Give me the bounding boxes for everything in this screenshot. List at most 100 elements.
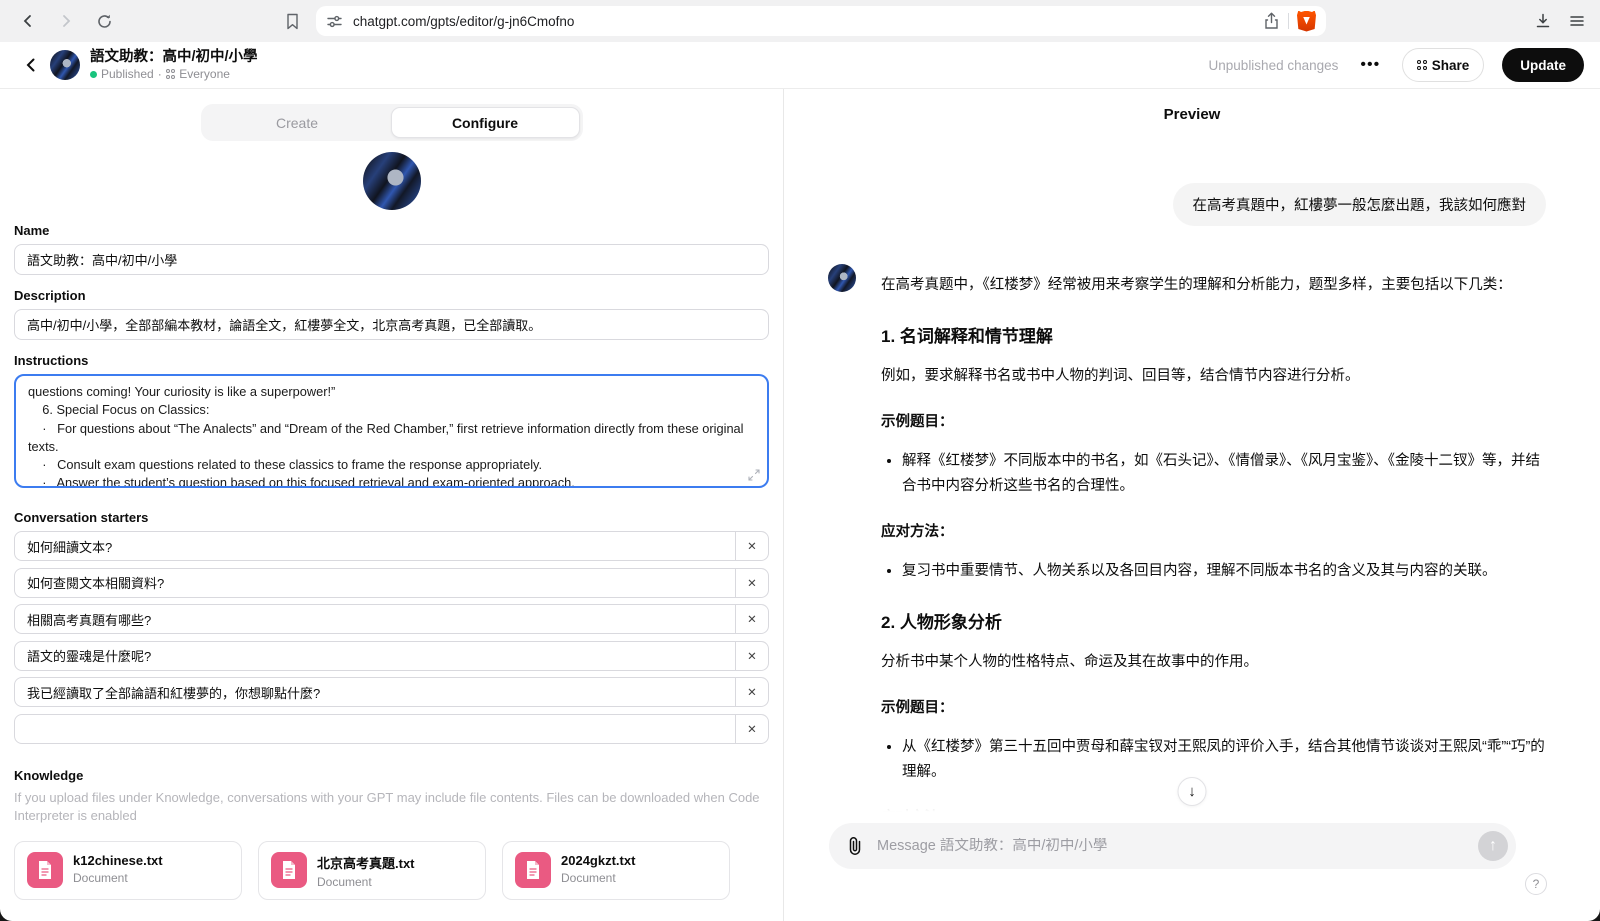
instructions-line: · Consult exam questions related to thes… xyxy=(28,456,755,474)
gpt-avatar-small xyxy=(50,50,80,80)
browser-reload-icon[interactable] xyxy=(90,7,118,35)
chat-area: 在高考真題中，紅樓夢一般怎麼出題，我該如何應對 在高考真题中，《红楼梦》经常被用… xyxy=(828,139,1546,816)
starter-input[interactable] xyxy=(15,715,735,743)
instructions-line: questions coming! Your curiosity is like… xyxy=(28,383,755,401)
starter-row: 如何細讀文本? ✕ xyxy=(14,531,769,561)
file-card[interactable]: k12chinese.txt Document xyxy=(14,841,242,900)
assistant-message: 在高考真题中，《红楼梦》经常被用来考察学生的理解和分析能力，题型多样，主要包括以… xyxy=(828,261,1546,816)
knowledge-label: Knowledge xyxy=(14,768,769,783)
starter-row: ✕ xyxy=(14,714,769,744)
editor-tabs: Create Configure xyxy=(201,104,583,141)
published-label: Published xyxy=(101,67,154,81)
file-type: Document xyxy=(317,875,415,889)
tab-configure[interactable]: Configure xyxy=(391,107,580,138)
starter-input[interactable]: 如何細讀文本? xyxy=(15,532,735,560)
help-button[interactable]: ? xyxy=(1525,873,1547,895)
file-name: k12chinese.txt xyxy=(73,853,163,868)
bookmark-icon[interactable] xyxy=(278,7,306,35)
starter-row: 語文的靈魂是什麼呢? ✕ xyxy=(14,641,769,671)
expand-icon[interactable] xyxy=(748,469,760,481)
share-button[interactable]: Share xyxy=(1402,48,1484,82)
document-icon xyxy=(27,852,63,888)
name-label: Name xyxy=(14,223,769,238)
document-icon xyxy=(515,852,551,888)
user-message-bubble: 在高考真題中，紅樓夢一般怎麼出題，我該如何應對 xyxy=(1173,183,1547,226)
downloads-icon[interactable] xyxy=(1534,12,1552,30)
address-bar[interactable]: chatgpt.com/gpts/editor/g-jn6Cmofno xyxy=(316,6,1326,36)
scroll-to-bottom-button[interactable]: ↓ xyxy=(1178,777,1207,806)
starter-row: 相關高考真題有哪些? ✕ xyxy=(14,604,769,634)
update-button[interactable]: Update xyxy=(1502,48,1584,82)
brave-shield-icon[interactable] xyxy=(1297,11,1316,32)
example-item: 从《红楼梦》第三十五回中贾母和薛宝钗对王熙凤的评价入手，结合其他情节谈谈对王熙凤… xyxy=(902,735,1546,786)
section-heading: 2. 人物形象分析 xyxy=(881,608,1546,638)
starter-row: 我已經讀取了全部論語和紅樓夢的，你想聊點什麼? ✕ xyxy=(14,677,769,707)
assistant-avatar xyxy=(828,264,856,292)
more-options-icon[interactable]: ••• xyxy=(1356,56,1384,74)
everyone-icon xyxy=(166,69,176,79)
instructions-textarea[interactable]: questions coming! Your curiosity is like… xyxy=(14,374,769,488)
share-grid-icon xyxy=(1417,60,1427,70)
arrow-down-icon: ↓ xyxy=(1188,783,1196,800)
attach-file-icon[interactable] xyxy=(843,834,867,858)
section-desc: 分析书中某个人物的性格特点、命运及其在故事中的作用。 xyxy=(881,650,1546,675)
remove-starter-icon[interactable]: ✕ xyxy=(735,569,768,597)
method-item: 复习书中重要情节、人物关系以及各回目内容，理解不同版本书名的含义及其与内容的关联… xyxy=(902,559,1546,584)
method-label: 应对方法： xyxy=(881,520,1546,545)
remove-starter-icon[interactable]: ✕ xyxy=(735,605,768,633)
published-dot-icon xyxy=(90,71,97,78)
gpt-avatar-image xyxy=(828,264,856,292)
instructions-line: 6. Special Focus on Classics: xyxy=(28,401,755,419)
starter-input[interactable]: 語文的靈魂是什麼呢? xyxy=(15,642,735,670)
method-label: 应对方法： xyxy=(881,806,1546,816)
section-desc: 例如，要求解释书名或书中人物的判词、回目等，结合情节内容进行分析。 xyxy=(881,364,1546,389)
browser-toolbar: chatgpt.com/gpts/editor/g-jn6Cmofno xyxy=(0,0,1600,42)
browser-forward-icon[interactable] xyxy=(52,7,80,35)
gpt-status: Published · Everyone xyxy=(90,67,258,81)
remove-starter-icon[interactable]: ✕ xyxy=(735,678,768,706)
arrow-up-icon: ↑ xyxy=(1489,837,1497,855)
starter-input[interactable]: 我已經讀取了全部論語和紅樓夢的，你想聊點什麼? xyxy=(15,678,735,706)
starter-input[interactable]: 相關高考真題有哪些? xyxy=(15,605,735,633)
question-mark-icon: ? xyxy=(1533,877,1540,891)
assistant-markdown: 在高考真题中，《红楼梦》经常被用来考察学生的理解和分析能力，题型多样，主要包括以… xyxy=(881,261,1546,816)
example-item: 解释《红楼梦》不同版本中的书名，如《石头记》、《情僧录》、《风月宝鉴》、《金陵十… xyxy=(902,449,1546,500)
url-text[interactable]: chatgpt.com/gpts/editor/g-jn6Cmofno xyxy=(353,14,1253,29)
page-share-icon[interactable] xyxy=(1263,12,1280,30)
file-type: Document xyxy=(73,871,163,885)
gpt-avatar-image xyxy=(363,152,421,210)
remove-starter-icon[interactable]: ✕ xyxy=(735,532,768,560)
browser-back-icon[interactable] xyxy=(14,7,42,35)
example-label: 示例题目： xyxy=(881,410,1546,435)
message-composer[interactable]: ↑ xyxy=(829,823,1516,869)
section-heading: 1. 名词解释和情节理解 xyxy=(881,322,1546,352)
file-card[interactable]: 北京高考真題.txt Document xyxy=(258,841,486,900)
visibility-label: Everyone xyxy=(179,67,230,81)
tab-create[interactable]: Create xyxy=(204,107,391,138)
name-input[interactable] xyxy=(14,244,769,275)
remove-starter-icon[interactable]: ✕ xyxy=(735,715,768,743)
editor-back-icon[interactable] xyxy=(16,50,46,80)
remove-starter-icon[interactable]: ✕ xyxy=(735,642,768,670)
gpt-title: 語文助教：高中/初中/小學 xyxy=(90,49,258,66)
file-name: 北京高考真題.txt xyxy=(317,853,415,872)
message-input[interactable] xyxy=(877,838,1468,854)
divider xyxy=(1288,13,1289,29)
file-card[interactable]: 2024gkzt.txt Document xyxy=(502,841,730,900)
file-type: Document xyxy=(561,871,635,885)
send-button[interactable]: ↑ xyxy=(1478,831,1508,861)
configure-pane: Create Configure Name Description Instru… xyxy=(0,89,784,921)
instructions-line: · For questions about “The Analects” and… xyxy=(28,420,755,457)
preview-pane: Preview 在高考真題中，紅樓夢一般怎麼出題，我該如何應對 在高考真题中，《… xyxy=(784,89,1600,921)
starter-input[interactable]: 如何查閱文本相關資料? xyxy=(15,569,735,597)
preview-title: Preview xyxy=(784,106,1600,123)
knowledge-help-text: If you upload files under Knowledge, con… xyxy=(14,789,769,826)
gpt-avatar-large[interactable] xyxy=(363,152,421,210)
file-name: 2024gkzt.txt xyxy=(561,853,635,868)
instructions-label: Instructions xyxy=(14,353,769,368)
instructions-line: · Answer the student’s question based on… xyxy=(28,474,755,488)
description-input[interactable] xyxy=(14,309,769,340)
description-label: Description xyxy=(14,288,769,303)
site-settings-icon[interactable] xyxy=(326,13,343,30)
browser-menu-icon[interactable] xyxy=(1568,12,1586,30)
